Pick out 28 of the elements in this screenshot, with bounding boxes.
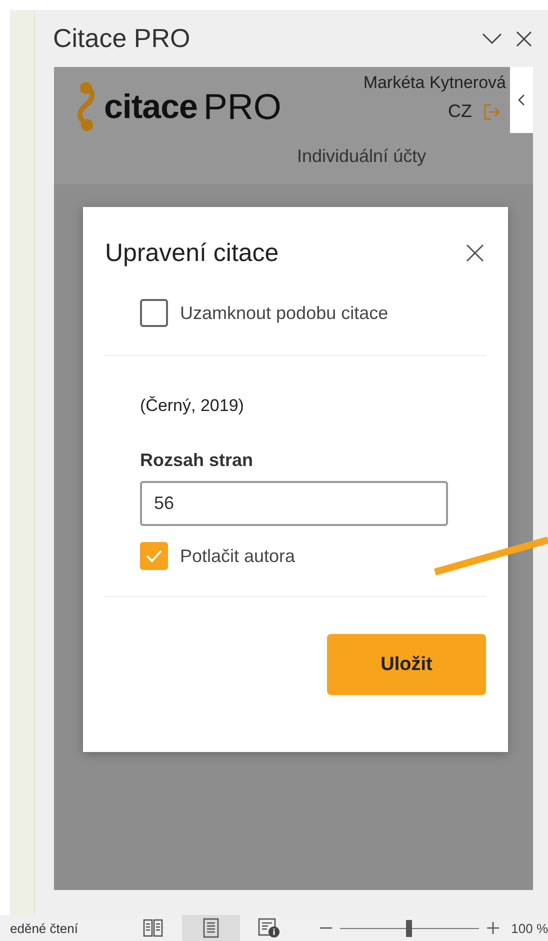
checkbox-label: Potlačit autora [180, 546, 296, 566]
logo-text: citace [104, 88, 198, 126]
dialog-title: Upravení citace [105, 238, 279, 268]
logo-suffix: PRO [203, 86, 282, 128]
slider-thumb[interactable] [406, 920, 412, 936]
page-icon [203, 918, 220, 938]
citation-text: (Černý, 2019) [139, 396, 245, 416]
view-button[interactable] [182, 915, 240, 941]
page-range-input[interactable]: 56 [140, 481, 448, 526]
chevron-left-icon [518, 94, 525, 106]
pane-title: Citace PRO [53, 23, 192, 54]
chevron-down-icon[interactable] [482, 32, 502, 44]
view-mode-label[interactable]: eděné čtení [10, 920, 124, 936]
save-button[interactable]: Uložit [327, 634, 486, 695]
plus-icon [487, 922, 500, 934]
checkbox[interactable] [140, 542, 168, 570]
checkmark-icon [145, 549, 163, 563]
language-link[interactable]: CZ [448, 101, 472, 122]
user-name: Markéta Kytnerová [363, 73, 506, 93]
checkbox-label: Uzamknout podobu citace [180, 302, 388, 324]
zoom-reading: 100 % [511, 920, 548, 936]
account-type: Individuální účty [297, 146, 426, 167]
page-info-icon [258, 918, 280, 938]
close-icon[interactable] [516, 30, 532, 46]
close-button[interactable] [464, 242, 486, 264]
book-icon [143, 919, 164, 937]
field-label: Rozsah stran [139, 450, 254, 471]
checkbox[interactable] [140, 299, 168, 327]
